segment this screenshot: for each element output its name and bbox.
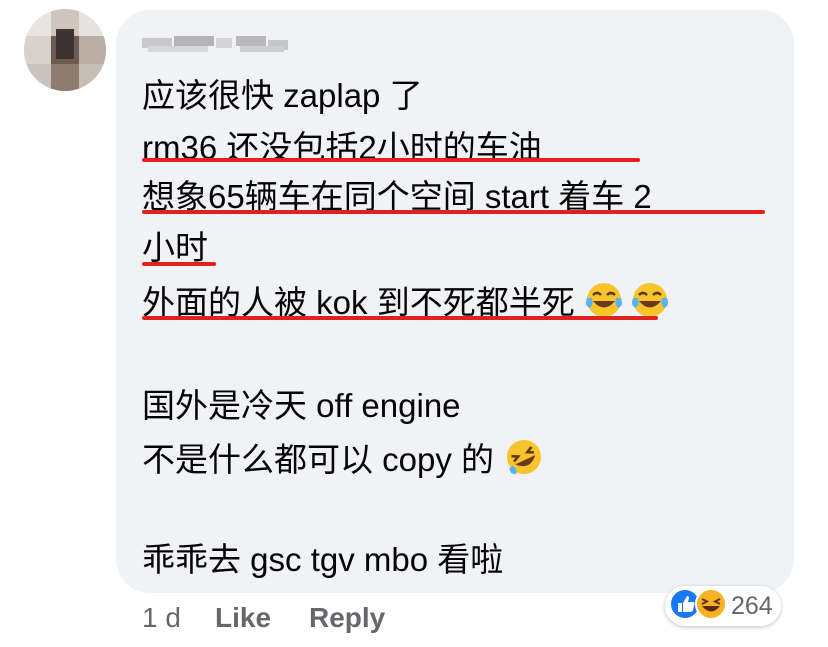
comment-line: 乖乖去 gsc tgv mbo 看啦 <box>142 541 504 578</box>
comment-line: rm36 还没包括2小时的车油 <box>142 129 542 166</box>
red-underline <box>142 210 765 214</box>
comment-line: 外面的人被 kok 到不死都半死 <box>142 280 674 331</box>
rolling-on-the-floor-laughing-icon <box>503 437 545 488</box>
author-name-blurred[interactable] <box>142 32 290 56</box>
like-button[interactable]: Like <box>215 602 271 634</box>
red-underline <box>142 316 658 320</box>
avatar[interactable] <box>24 9 106 91</box>
reactions-summary[interactable]: 264 <box>665 586 781 626</box>
comment-line-text: 不是什么都可以 copy 的 <box>142 441 495 479</box>
comment-timestamp[interactable]: 1 d <box>142 602 181 634</box>
haha-icon <box>695 587 727 625</box>
reply-button[interactable]: Reply <box>309 602 385 634</box>
red-underline <box>142 158 640 162</box>
comment-line: 国外是冷天 off engine <box>142 387 461 424</box>
red-underline <box>142 262 216 266</box>
comment-line: 不是什么都可以 copy 的 <box>142 437 545 488</box>
reaction-count: 264 <box>731 591 773 620</box>
comment-line: 应该很快 zaplap 了 <box>142 77 423 114</box>
face-with-tears-of-joy-icon <box>584 280 674 331</box>
